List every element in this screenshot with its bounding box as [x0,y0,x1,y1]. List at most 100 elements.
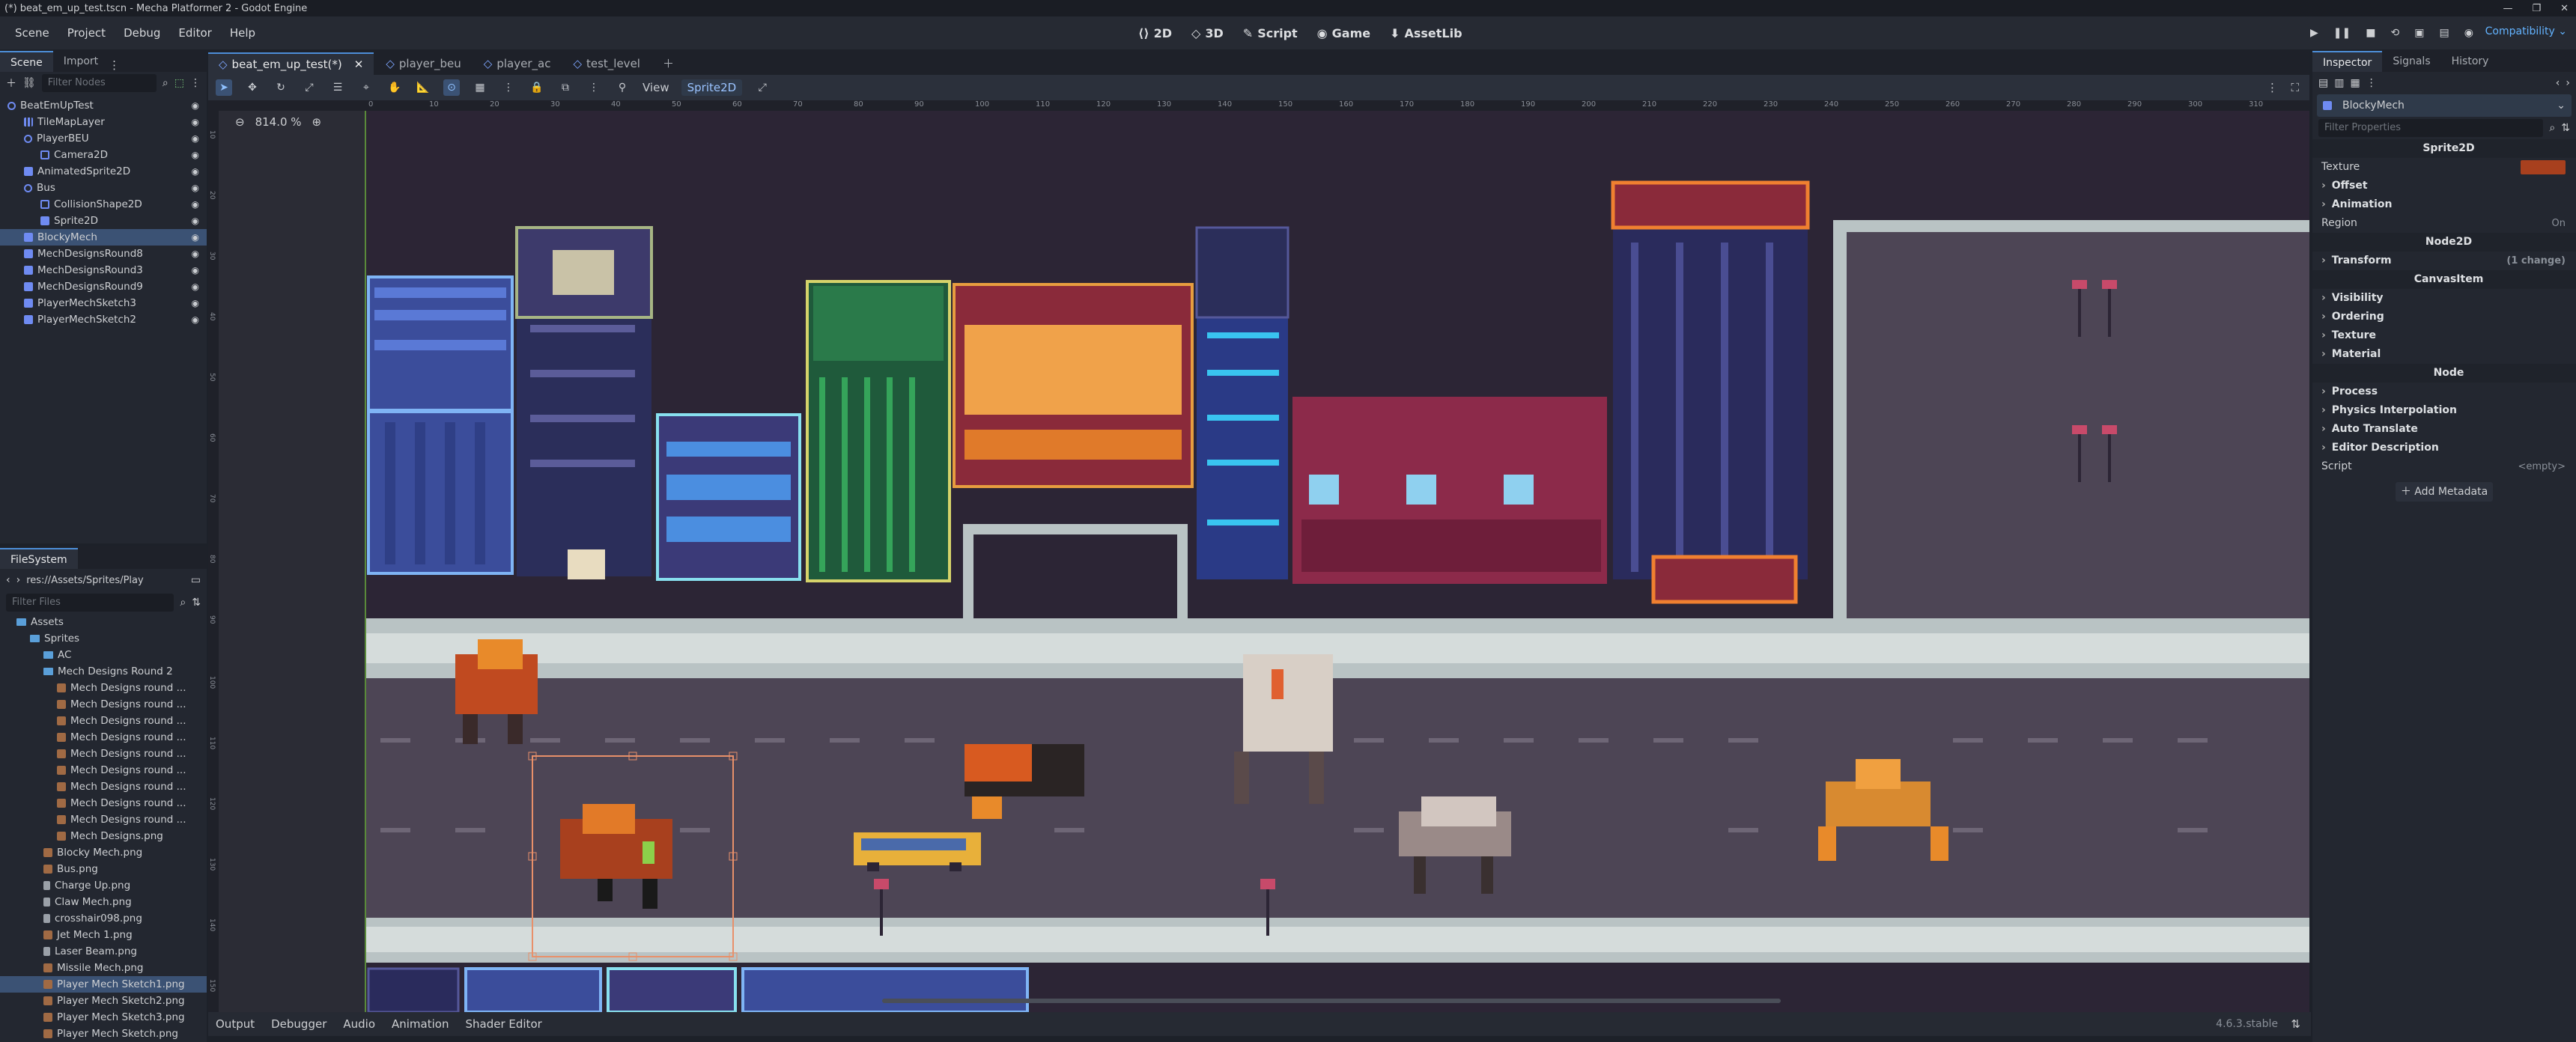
grid-snap-icon[interactable]: ▦ [472,79,488,96]
visibility-eye-icon[interactable]: ◉ [192,163,199,180]
scene-tree-node[interactable]: Sprite2D ◉ [0,213,207,229]
mode-script[interactable]: ✎ Script [1243,26,1298,40]
scene-tree-node[interactable]: AnimatedSprite2D ◉ [0,163,207,180]
scene-tab[interactable]: ◇ player_ac [473,52,562,75]
new-resource-icon[interactable]: ▤ [2318,77,2328,89]
select-tool-icon[interactable]: ➤ [216,79,232,96]
pan-tool-icon[interactable]: ✋ [386,79,403,96]
remote-debug-icon[interactable]: ⟲ [2390,27,2399,39]
scene-tab[interactable]: ◇ test_level [562,52,651,75]
scene-tab[interactable]: ◇ beat_em_up_test(*) ✕ [208,52,374,75]
sprite2d-menu[interactable]: Sprite2D [681,79,743,96]
close-tab-icon[interactable]: ✕ [354,53,364,76]
add-node-icon[interactable]: ＋ [6,76,16,91]
file-item[interactable]: Claw Mech.png [0,894,207,910]
visibility-eye-icon[interactable]: ◉ [192,147,199,163]
mode-3d[interactable]: ◇ 3D [1191,26,1224,40]
file-item[interactable]: Jet Mech 1.png [0,927,207,943]
file-item[interactable]: Player Mech Sketch1.png [0,976,207,993]
inspector-category[interactable]: Visibility [2312,289,2576,308]
menu-editor[interactable]: Editor [169,26,220,40]
mode-assetlib[interactable]: ⬇ AssetLib [1390,26,1462,40]
forward-icon[interactable]: › [16,574,21,586]
scene-tree-node[interactable]: PlayerMechSketch2 ◉ [0,311,207,328]
menu-help[interactable]: Help [221,26,264,40]
more-options-icon[interactable]: ⋮ [2267,81,2278,94]
kebab-menu-icon[interactable]: ⋮ [190,77,201,89]
visibility-eye-icon[interactable]: ◉ [192,262,199,278]
filter-properties-input[interactable]: Filter Properties [2318,119,2544,137]
filter-files-input[interactable]: Filter Files [6,594,174,612]
file-item[interactable]: Player Mech Sketch.png [0,1026,207,1042]
visibility-eye-icon[interactable]: ◉ [192,130,199,147]
file-item[interactable]: Mech Designs round ... [0,795,207,811]
inspector-category[interactable]: Animation [2312,195,2576,214]
visibility-eye-icon[interactable]: ◉ [192,311,199,328]
bottom-tab-shader-editor[interactable]: Shader Editor [465,1017,541,1031]
horizontal-scrollbar[interactable] [882,999,1781,1003]
file-item[interactable]: Bus.png [0,861,207,877]
tab-scene[interactable]: Scene [0,51,53,72]
scene-tab[interactable]: ◇ player_beu [375,52,471,75]
texture-preview[interactable] [2521,160,2566,174]
bone-icon[interactable]: ⋮ [586,79,602,96]
expand-icon[interactable]: ⤢ [754,79,771,96]
tab-signals[interactable]: Signals [2382,51,2440,72]
visibility-eye-icon[interactable]: ◉ [192,114,199,130]
scene-tree-node[interactable]: TileMapLayer ◉ [0,114,207,130]
file-item[interactable]: Missile Mech.png [0,960,207,976]
inspector-category[interactable]: Editor Description [2312,439,2576,457]
filter-nodes-input[interactable]: Filter Nodes [41,74,157,92]
object-selector[interactable]: BlockyMech ⌄ [2317,94,2572,117]
menu-scene[interactable]: Scene [6,26,58,40]
path-field[interactable]: res://Assets/Sprites/Play [26,575,185,586]
folder-item[interactable]: Assets [0,614,207,630]
inspector-options-icon[interactable]: ⇅ [2561,122,2570,134]
play-custom-icon[interactable]: ▤ [2439,27,2449,39]
folder-item[interactable]: Sprites [0,630,207,647]
tab-filesystem[interactable]: FileSystem [0,548,78,569]
maximize-icon[interactable]: ❐ [2532,3,2541,14]
open-resource-icon[interactable]: ▥ [2334,77,2344,89]
file-item[interactable]: Mech Designs round ... [0,729,207,746]
property-value[interactable]: On [2552,214,2566,233]
visibility-eye-icon[interactable]: ◉ [192,180,199,196]
collapse-panel-icon[interactable]: ⇅ [2291,1017,2300,1031]
scene-tree-node[interactable]: PlayerMechSketch3 ◉ [0,295,207,311]
smart-snap-icon[interactable]: ⊙ [443,79,460,96]
visibility-eye-icon[interactable]: ◉ [192,229,199,246]
file-item[interactable]: Mech Designs.png [0,828,207,844]
inspector-category[interactable]: Ordering [2312,308,2576,326]
tab-inspector[interactable]: Inspector [2312,51,2383,72]
play-icon[interactable]: ▶ [2310,27,2318,39]
view-menu[interactable]: View [643,81,669,94]
bottom-tab-output[interactable]: Output [216,1017,255,1031]
group-icon[interactable]: ⧉ [557,79,574,96]
script-icon[interactable]: ⬚ [174,77,184,89]
minimize-icon[interactable]: — [2503,3,2512,14]
pause-icon[interactable]: ❚❚ [2333,27,2351,39]
resource-menu-icon[interactable]: ⋮ [2366,77,2377,89]
scene-tree-node[interactable]: CollisionShape2D ◉ [0,196,207,213]
rotate-tool-icon[interactable]: ↻ [273,79,289,96]
add-metadata-button[interactable]: ＋ Add Metadata [2396,482,2493,502]
scene-tree-node[interactable]: BeatEmUpTest ◉ [0,97,207,114]
file-item[interactable]: Player Mech Sketch3.png [0,1009,207,1026]
inspector-category[interactable]: Auto Translate [2312,420,2576,439]
inspector-category[interactable]: Texture [2312,326,2576,345]
list-select-icon[interactable]: ☰ [329,79,346,96]
inspector-category[interactable]: Process [2312,383,2576,401]
folder-item[interactable]: Mech Designs Round 2 [0,663,207,680]
tab-history[interactable]: History [2441,51,2500,72]
visibility-eye-icon[interactable]: ◉ [192,246,199,262]
file-item[interactable]: Player Mech Sketch2.png [0,993,207,1009]
inspector-property[interactable]: Texture [2312,158,2576,177]
scene-tree-node[interactable]: MechDesignsRound9 ◉ [0,278,207,295]
inspector-category[interactable]: Material [2312,345,2576,364]
skeleton-icon[interactable]: ⚲ [614,79,631,96]
visibility-eye-icon[interactable]: ◉ [192,196,199,213]
property-value[interactable]: (1 change) [2506,252,2566,270]
scene-tree-node[interactable]: Camera2D ◉ [0,147,207,163]
history-forward-icon[interactable]: › [2566,77,2570,89]
scale-tool-icon[interactable]: ⤢ [301,79,318,96]
